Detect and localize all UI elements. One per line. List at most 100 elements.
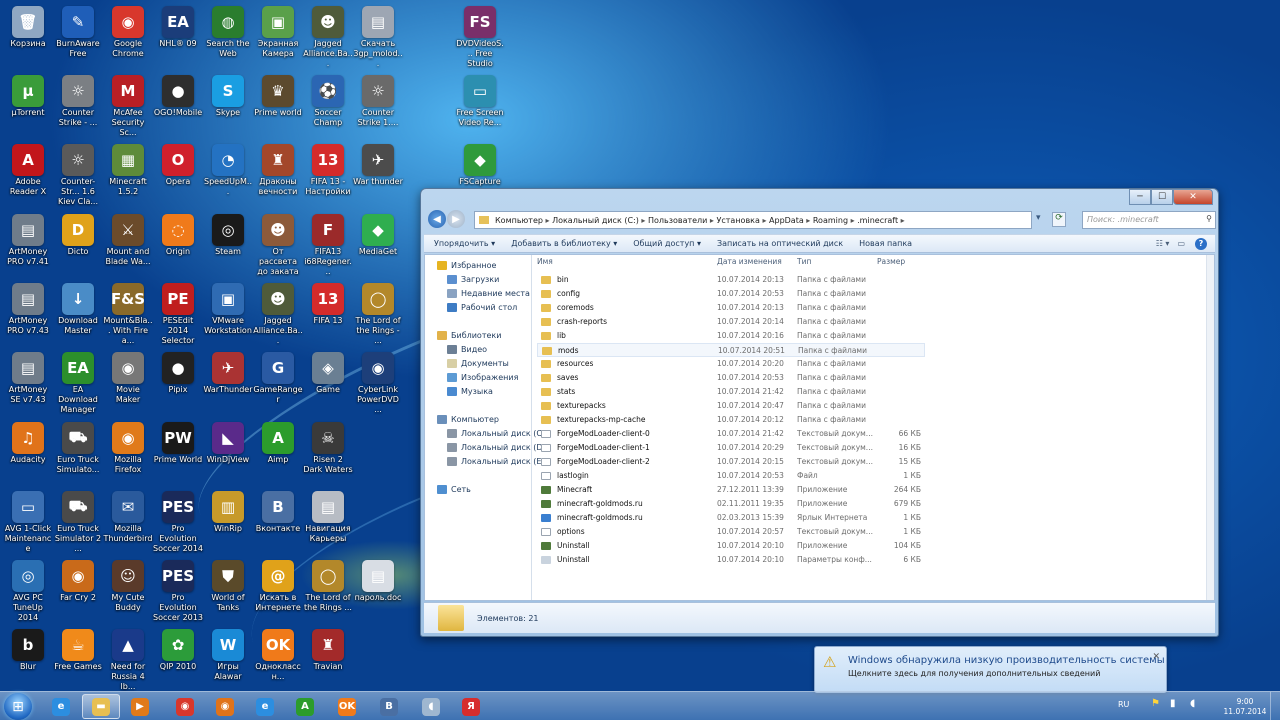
desktop-icon[interactable]: F&S Mount&Bla... With Fire a...: [103, 281, 153, 346]
breadcrumb-separator-icon[interactable]: ▸: [543, 216, 552, 225]
clock[interactable]: 9:00 11.07.2014: [1220, 697, 1270, 717]
desktop-icon[interactable]: µ µTorrent: [3, 73, 53, 118]
notification-close-button[interactable]: ✕: [1152, 652, 1160, 662]
desktop-icon[interactable]: ⛟ Euro Truck Simulator 2 ...: [53, 489, 103, 554]
desktop-icon[interactable]: OK Одноклассн...: [253, 627, 303, 682]
file-row[interactable]: mods 10.07.2014 20:51 Папка с файлами: [537, 343, 925, 357]
taskbar-firefox-button[interactable]: ◉: [206, 694, 244, 719]
desktop-icon[interactable]: ☕ Free Games: [53, 627, 103, 672]
desktop-icon[interactable]: O Opera: [153, 142, 203, 187]
share-button[interactable]: Общий доступ ▾: [633, 239, 701, 248]
maximize-button[interactable]: ☐: [1151, 189, 1173, 205]
nav-item[interactable]: Документы: [425, 357, 509, 370]
desktop-icon[interactable]: PW Prime World: [153, 420, 203, 465]
file-row[interactable]: minecraft-goldmods.ru 02.11.2011 19:35 При…: [537, 497, 925, 511]
desktop-icon[interactable]: W Игры Alawar: [203, 627, 253, 682]
desktop-icon[interactable]: ▭ AVG 1-Click Maintenance: [3, 489, 53, 554]
desktop-icon[interactable]: ▤ ArtMoney SE v7.43: [3, 350, 53, 405]
taskbar-ie-button[interactable]: e: [42, 694, 80, 719]
volume-tray-icon[interactable]: ◖: [1190, 698, 1195, 709]
desktop-icon[interactable]: ♫ Audacity: [3, 420, 53, 465]
file-row[interactable]: ForgeModLoader-client-1 10.07.2014 20:29 Т…: [537, 441, 925, 455]
column-date[interactable]: Дата изменения: [717, 257, 782, 266]
nav-item[interactable]: Изображения: [425, 371, 518, 384]
desktop-icon[interactable]: ▤ Навигация Карьеры: [303, 489, 353, 544]
preview-pane-button[interactable]: ▭: [1177, 239, 1185, 248]
vertical-scrollbar[interactable]: [1206, 255, 1214, 600]
file-row[interactable]: stats 10.07.2014 21:42 Папка с файлами: [537, 385, 925, 399]
file-row[interactable]: Minecraft 27.12.2011 13:39 Приложение 264 К…: [537, 483, 925, 497]
file-row[interactable]: resources 10.07.2014 20:20 Папка с файлами: [537, 357, 925, 371]
desktop-icon[interactable]: ◉ Google Chrome: [103, 4, 153, 59]
breadcrumb-separator-icon[interactable]: ▸: [898, 216, 905, 225]
desktop-icon[interactable]: ⛊ World of Tanks: [203, 558, 253, 613]
help-button[interactable]: ?: [1195, 237, 1207, 250]
breadcrumb-separator-icon[interactable]: ▸: [848, 216, 857, 225]
performance-notification[interactable]: ⚠ Windows обнаружила низкую производител…: [814, 646, 1167, 693]
desktop-icon[interactable]: ♛ Prime world: [253, 73, 303, 118]
desktop-icon[interactable]: ◈ Game: [303, 350, 353, 395]
file-row[interactable]: lib 10.07.2014 20:16 Папка с файлами: [537, 329, 925, 343]
forward-button[interactable]: ▶: [447, 210, 465, 228]
search-input[interactable]: Поиск: .minecraft ⚲: [1082, 211, 1216, 229]
desktop-icon[interactable]: ▤ ArtMoney PRO v7.43: [3, 281, 53, 336]
breadcrumb-separator-icon[interactable]: ▸: [639, 216, 648, 225]
desktop-icon[interactable]: ◎ Steam: [203, 212, 253, 257]
desktop-icon[interactable]: A Adobe Reader X: [3, 142, 53, 197]
breadcrumb-item[interactable]: Пользователи: [648, 216, 707, 225]
file-row[interactable]: texturepacks-mp-cache 10.07.2014 20:12 Пап…: [537, 413, 925, 427]
taskbar-explorer-button[interactable]: ▬: [82, 694, 120, 719]
taskbar-chrome-button[interactable]: ◉: [166, 694, 204, 719]
desktop-icon[interactable]: PE PESEdit 2014 Selector: [153, 281, 203, 346]
breadcrumb-item[interactable]: Roaming: [813, 216, 848, 225]
desktop-icon[interactable]: ☼ Counter Strike - ...: [53, 73, 103, 128]
desktop-icon[interactable]: ◯ The Lord of the Rings ...: [303, 558, 353, 613]
breadcrumb-item[interactable]: AppData: [769, 216, 804, 225]
desktop-icon[interactable]: ♜ Travian: [303, 627, 353, 672]
file-row[interactable]: saves 10.07.2014 20:53 Папка с файлами: [537, 371, 925, 385]
desktop-icon[interactable]: ◉ Far Cry 2: [53, 558, 103, 603]
column-name[interactable]: Имя: [537, 257, 553, 266]
taskbar-vkontakte-button[interactable]: B: [370, 694, 408, 719]
desktop-icon[interactable]: ▭ Free Screen Video Re...: [455, 73, 505, 128]
explorer-window[interactable]: ─ ☐ ✕ ◀ ▶ Компьютер ▸ Локальный диск (C:…: [420, 188, 1219, 637]
desktop-icon[interactable]: ◌ Origin: [153, 212, 203, 257]
address-dropdown-button[interactable]: ▾: [1036, 213, 1041, 223]
nav-item[interactable]: Недавние места: [425, 287, 530, 300]
nav-item[interactable]: Сеть: [425, 483, 471, 496]
column-size[interactable]: Размер: [877, 257, 905, 266]
desktop-icon[interactable]: ● OGO!Mobile: [153, 73, 203, 118]
close-button[interactable]: ✕: [1173, 189, 1213, 205]
desktop-icon[interactable]: M McAfee Security Sc...: [103, 73, 153, 138]
desktop-icon[interactable]: EA EA Download Manager: [53, 350, 103, 415]
desktop-icon[interactable]: ☺ My Cute Buddy: [103, 558, 153, 613]
desktop-icon[interactable]: F FIFA13 i68Regener...: [303, 212, 353, 277]
desktop-icon[interactable]: ▣ VMware Workstation: [203, 281, 253, 336]
desktop-icon[interactable]: ↓ Download Master: [53, 281, 103, 336]
desktop-icon[interactable]: ▤ Скачать 3gp_molod...: [353, 4, 403, 69]
desktop-icon[interactable]: ▦ Minecraft 1.5.2: [103, 142, 153, 197]
desktop-icon[interactable]: D Dicto: [53, 212, 103, 257]
desktop-icon[interactable]: ▤ ArtMoney PRO v7.41: [3, 212, 53, 267]
desktop-icon[interactable]: PES Pro Evolution Soccer 2014: [153, 489, 203, 554]
taskbar-ie2-button[interactable]: e: [246, 694, 284, 719]
breadcrumb-item[interactable]: Компьютер: [495, 216, 543, 225]
breadcrumb-item[interactable]: .minecraft: [857, 216, 898, 225]
file-row[interactable]: ForgeModLoader-client-0 10.07.2014 21:42 Т…: [537, 427, 925, 441]
desktop-icon[interactable]: ◉ Mozilla Firefox: [103, 420, 153, 475]
nav-item[interactable]: Музыка: [425, 385, 493, 398]
file-row[interactable]: Uninstall 10.07.2014 20:10 Приложение 104 К…: [537, 539, 925, 553]
desktop-icon[interactable]: ● Pipix: [153, 350, 203, 395]
nav-item[interactable]: Избранное: [425, 259, 496, 272]
desktop-icon[interactable]: S Skype: [203, 73, 253, 118]
breadcrumb-separator-icon[interactable]: ▸: [804, 216, 813, 225]
nav-item[interactable]: Библиотеки: [425, 329, 501, 342]
desktop-icon[interactable]: PES Pro Evolution Soccer 2013: [153, 558, 203, 623]
desktop-icon[interactable]: ☻ Jagged Alliance.Ba...: [253, 281, 303, 346]
action-center-icon[interactable]: ⚑: [1151, 698, 1160, 709]
desktop-icon[interactable]: ☼ Counter Strike 1....: [353, 73, 403, 128]
view-options-button[interactable]: ☷ ▾: [1156, 239, 1170, 248]
desktop-icon[interactable]: ♜ Драконы вечности: [253, 142, 303, 197]
desktop-icon[interactable]: A Aimp: [253, 420, 303, 465]
breadcrumb-item[interactable]: Установка: [716, 216, 759, 225]
